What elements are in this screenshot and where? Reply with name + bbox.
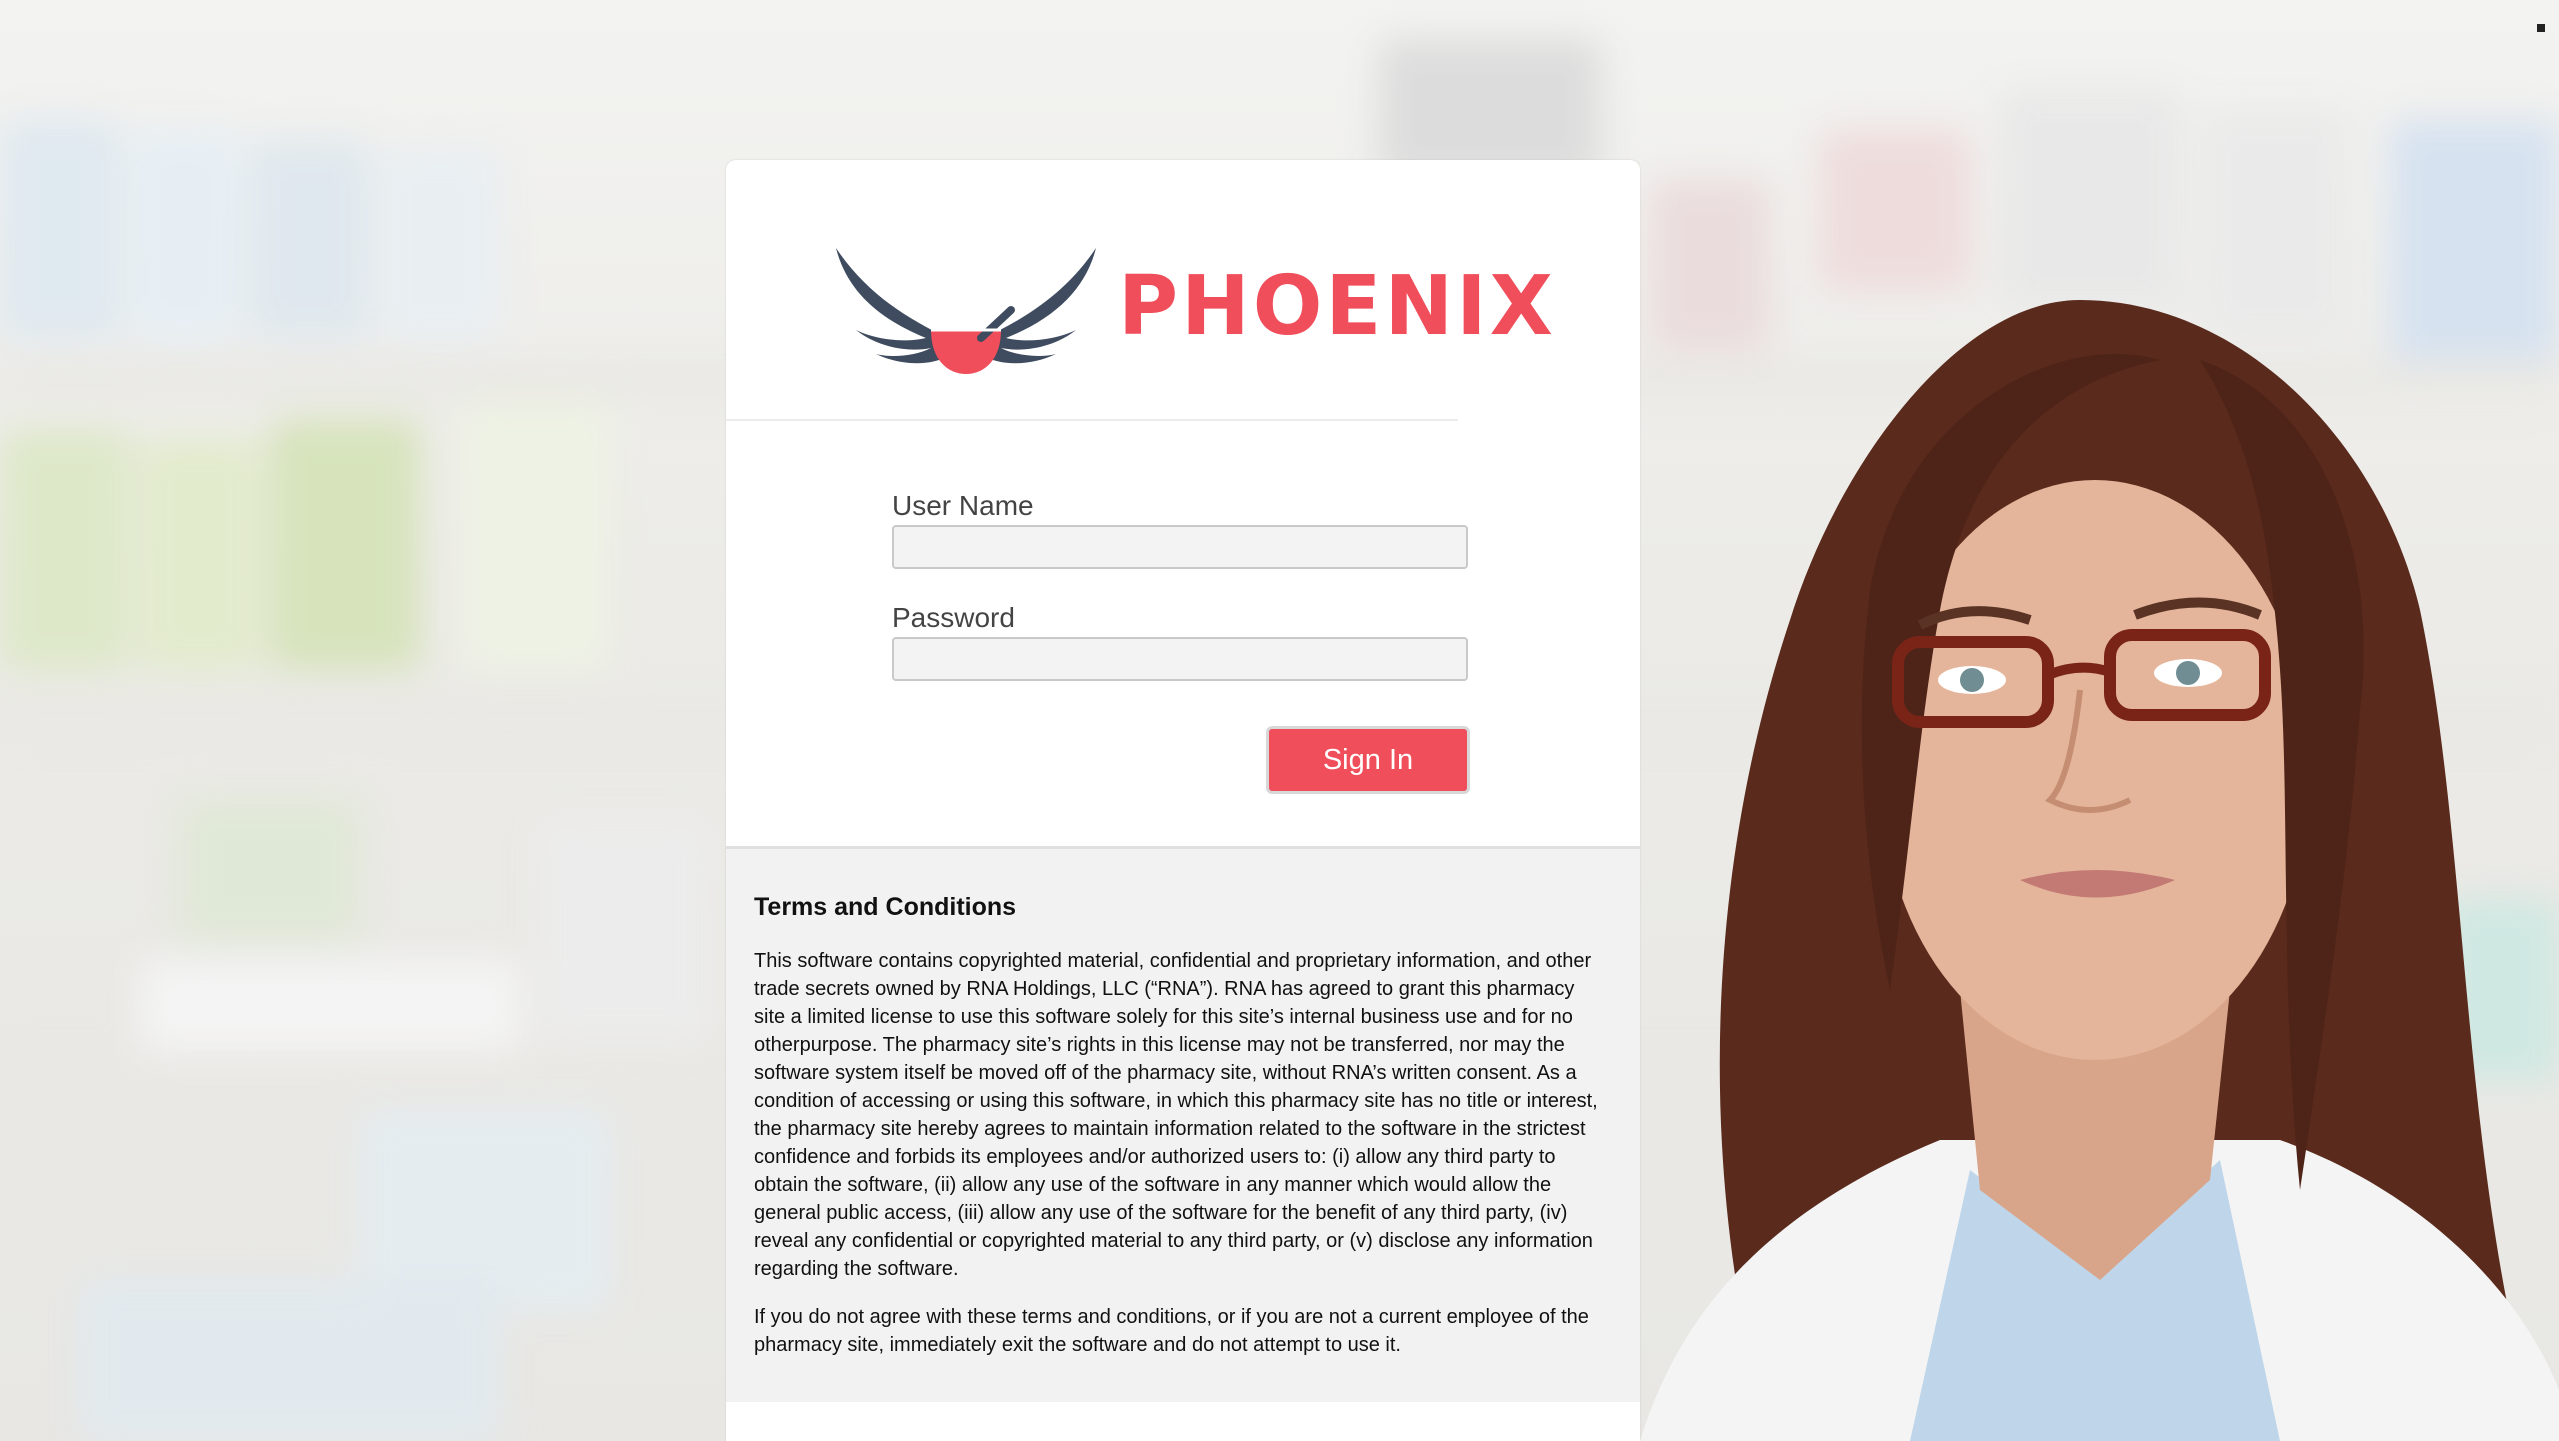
corner-marker [2537, 24, 2545, 32]
brand-name: PHOENIX [1118, 259, 1556, 354]
logo-divider [726, 419, 1458, 421]
terms-panel: Terms and Conditions This software conta… [726, 846, 1640, 1402]
terms-title: Terms and Conditions [754, 893, 1017, 921]
pharmacist-photo [1640, 300, 2559, 1441]
username-label: User Name [892, 490, 1034, 521]
login-page: PHOENIX User Name Password Sign In Terms… [0, 0, 2559, 1441]
password-label: Password [892, 602, 1015, 633]
terms-paragraph-1: This software contains copyrighted mater… [754, 950, 1598, 1280]
sign-in-button[interactable]: Sign In [1266, 726, 1470, 794]
terms-paragraph-2: If you do not agree with these terms and… [754, 1306, 1589, 1356]
logo: PHOENIX [726, 160, 1640, 420]
password-input[interactable] [892, 637, 1468, 681]
login-card: PHOENIX User Name Password Sign In Terms… [726, 160, 1640, 1441]
username-input[interactable] [892, 525, 1468, 569]
phoenix-logo-icon [836, 248, 1096, 374]
